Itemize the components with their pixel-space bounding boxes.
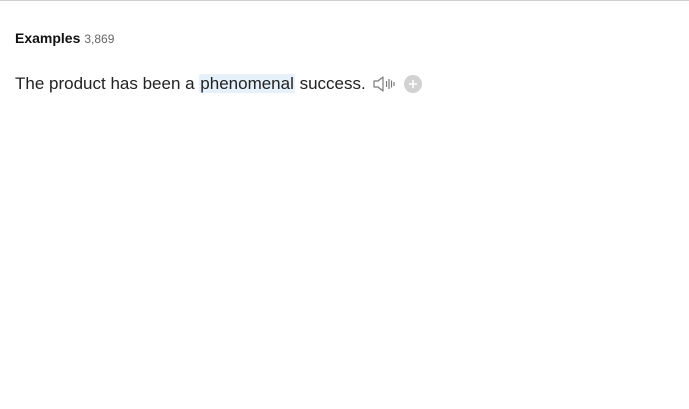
example-text-before: The product has been a xyxy=(15,74,200,93)
examples-count: 3,869 xyxy=(84,32,115,46)
examples-section: Examples 3,869 The product has been a ph… xyxy=(15,30,675,96)
speaker-icon[interactable] xyxy=(372,74,396,94)
example-highlight-word: phenomenal xyxy=(199,74,295,93)
plus-circle-icon[interactable] xyxy=(403,75,422,93)
examples-header: Examples 3,869 xyxy=(15,30,675,48)
example-sentence: The product has been a phenomenal succes… xyxy=(15,74,366,94)
examples-title: Examples xyxy=(15,30,81,46)
top-divider xyxy=(0,0,689,1)
example-text-after: success. xyxy=(294,74,366,93)
example-sentence-row: The product has been a phenomenal succes… xyxy=(15,72,675,96)
example-source-preview-clipped xyxy=(15,104,255,109)
